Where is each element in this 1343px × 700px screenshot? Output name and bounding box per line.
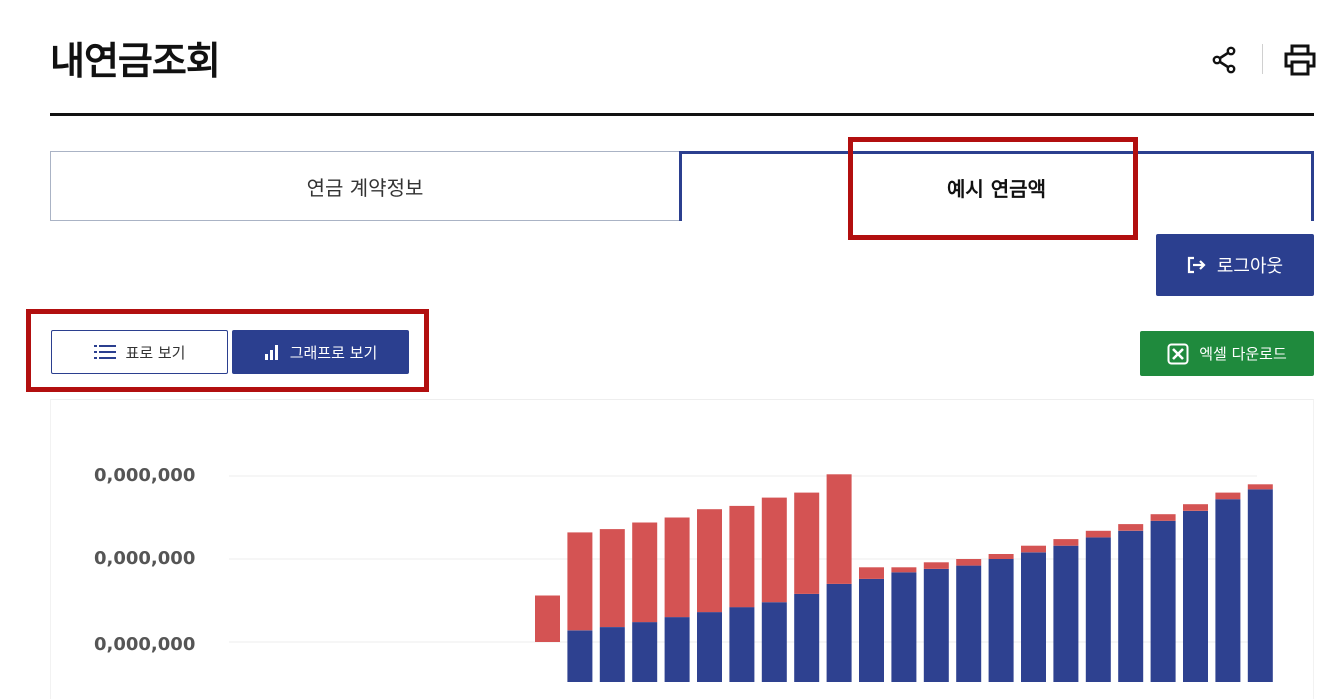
bar-segment-top[interactable] (729, 505, 755, 608)
list-icon (93, 344, 116, 360)
bar-segment-base[interactable] (761, 602, 787, 682)
bar-segment-base[interactable] (1215, 499, 1241, 682)
bar-segment-base[interactable] (988, 559, 1014, 682)
bar-segment-top[interactable] (599, 529, 625, 627)
bar-segment-base[interactable] (1021, 552, 1046, 682)
logout-label: 로그아웃 (1216, 256, 1284, 277)
bar-segment-base[interactable] (1053, 545, 1079, 682)
bar-segment-top[interactable] (1118, 524, 1144, 531)
bar-segment-top[interactable] (891, 567, 917, 573)
bar-segment-base[interactable] (891, 572, 917, 682)
bar-segment-top[interactable] (664, 517, 690, 618)
title-divider (50, 113, 1314, 116)
bar-segment-top[interactable] (923, 562, 949, 569)
bar-segment-top[interactable] (859, 567, 884, 579)
y-tick-label: 0,000,000 (94, 548, 195, 569)
bar-segment-top[interactable] (1085, 530, 1111, 538)
bar-segment-top[interactable] (1053, 539, 1079, 546)
bar-segment-base[interactable] (1118, 530, 1144, 682)
bar-segment-base[interactable] (1183, 510, 1208, 682)
bar-segment-top[interactable] (1021, 545, 1046, 553)
bar-segment-base[interactable] (1247, 489, 1273, 682)
bar-segment-base[interactable] (1085, 537, 1111, 682)
view-graph-button[interactable]: 그래프로 보기 (232, 330, 409, 374)
view-graph-label: 그래프로 보기 (289, 343, 378, 362)
excel-download-button[interactable]: 엑셀 다운로드 (1140, 331, 1314, 376)
bar-segment-base[interactable] (567, 630, 593, 682)
bar-segment-base[interactable] (1150, 520, 1176, 682)
bar-segment-top[interactable] (988, 554, 1014, 559)
pension-chart: 0,000,000 0,000,000 0,000,000 (50, 399, 1314, 699)
bar-segment-base[interactable] (923, 569, 949, 682)
chart-bars (535, 474, 1273, 682)
bar-segment-top[interactable] (567, 532, 593, 631)
bar-segment-top[interactable] (794, 492, 820, 594)
bar-segment-top[interactable] (1247, 484, 1273, 490)
bar-segment-base[interactable] (664, 617, 690, 682)
share-icon[interactable] (1204, 40, 1244, 80)
logout-button[interactable]: 로그아웃 (1156, 234, 1314, 296)
bar-segment-base[interactable] (599, 627, 625, 682)
bar-segment-base[interactable] (632, 622, 658, 682)
y-tick-label: 0,000,000 (94, 634, 195, 655)
bar-segment-base[interactable] (859, 578, 884, 682)
excel-icon (1167, 343, 1189, 365)
page-title: 내연금조회 (50, 39, 221, 83)
tab-example-pension-label: 예시 연금액 (947, 177, 1046, 201)
bar-segment-top[interactable] (1150, 514, 1176, 521)
logout-icon (1187, 256, 1207, 274)
tab-contract-info-label: 연금 계약정보 (306, 175, 424, 200)
print-icon[interactable] (1280, 40, 1320, 80)
bar-segment-base[interactable] (697, 612, 722, 682)
bar-segment-top[interactable] (826, 474, 852, 584)
header-icon-divider (1262, 44, 1263, 74)
bar-segment-top[interactable] (1215, 492, 1241, 500)
bar-segment-top[interactable] (956, 559, 982, 566)
y-tick-label: 0,000,000 (94, 465, 195, 486)
bar-chart-icon (264, 344, 280, 360)
bar-segment-top[interactable] (697, 509, 722, 613)
bar-segment-base[interactable] (794, 593, 820, 682)
bar-segment-base[interactable] (956, 565, 982, 682)
tab-example-pension[interactable]: 예시 연금액 (679, 151, 1314, 221)
bar-segment-base[interactable] (826, 583, 852, 682)
bar-segment-base[interactable] (729, 607, 755, 682)
view-table-button[interactable]: 표로 보기 (51, 330, 228, 374)
bar-segment-top[interactable] (632, 522, 658, 623)
bar-segment-top[interactable] (761, 497, 787, 603)
bar-segment-top[interactable] (1183, 504, 1208, 511)
pension-chart-svg: 0,000,000 0,000,000 0,000,000 (94, 465, 1273, 682)
tab-contract-info[interactable]: 연금 계약정보 (50, 151, 680, 221)
excel-download-label: 엑셀 다운로드 (1199, 345, 1287, 363)
view-table-label: 표로 보기 (125, 343, 186, 362)
bar-segment-top[interactable] (535, 595, 560, 643)
